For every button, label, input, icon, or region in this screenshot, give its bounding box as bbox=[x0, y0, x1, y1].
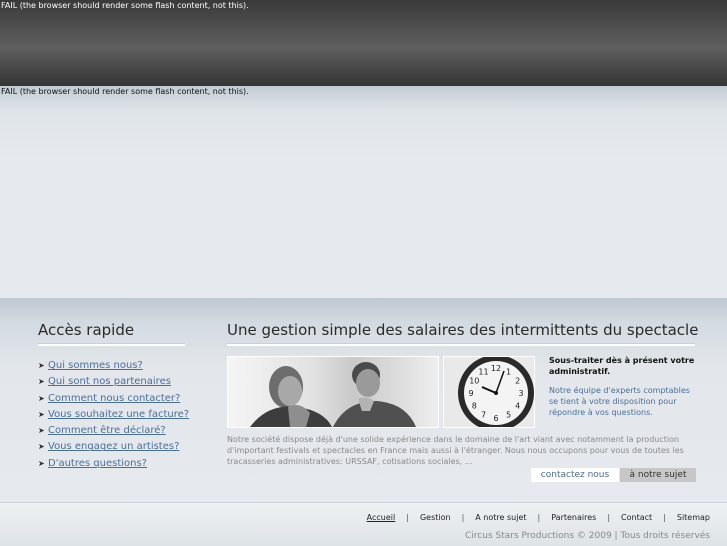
clock-numeral: 6 bbox=[493, 414, 498, 423]
quick-link-other-questions[interactable]: D'autres questions? bbox=[48, 458, 147, 469]
quick-link-invoice[interactable]: Vous souhaitez une facture? bbox=[48, 409, 189, 420]
main-panel: Une gestion simple des salaires des inte… bbox=[227, 320, 699, 482]
clock-numeral: 12 bbox=[491, 364, 501, 373]
arrow-right-icon: ➤ bbox=[38, 426, 45, 436]
arrow-right-icon: ➤ bbox=[38, 393, 45, 403]
clock-numeral: 8 bbox=[472, 402, 477, 411]
footer-link-management[interactable]: Gestion bbox=[420, 513, 451, 522]
divider bbox=[227, 343, 695, 346]
quick-links-list: ➤ Qui sommes nous? ➤ Qui sont nos partenai… bbox=[38, 358, 189, 472]
alarm-clock-photo: 12 1 2 3 4 5 6 7 8 9 10 11 bbox=[443, 356, 535, 428]
contact-us-button[interactable]: contactez nous bbox=[531, 468, 619, 482]
list-item: ➤ Vous souhaitez une facture? bbox=[38, 407, 189, 423]
arrow-right-icon: ➤ bbox=[38, 361, 45, 370]
footer-separator: | bbox=[663, 513, 666, 522]
content-area: Accès rapide ➤ Qui sommes nous? ➤ Qui sont… bbox=[0, 298, 727, 502]
flash-header: FAIL (the browser should render some fla… bbox=[0, 0, 727, 86]
footer-separator: | bbox=[406, 513, 409, 522]
footer-link-partners[interactable]: Partenaires bbox=[551, 513, 596, 522]
flash-fail-message: FAIL (the browser should render some fla… bbox=[1, 1, 249, 10]
clock-numeral: 4 bbox=[515, 402, 520, 411]
footer-link-home[interactable]: Accueil bbox=[367, 513, 396, 522]
outsourcing-box: Sous-traiter dès à présent votre adminis… bbox=[549, 355, 695, 418]
footer-separator: | bbox=[607, 513, 611, 522]
list-item: ➤ Qui sommes nous? bbox=[38, 358, 185, 374]
clock-numeral: 3 bbox=[518, 389, 523, 398]
clock-numeral: 5 bbox=[506, 411, 511, 420]
footer: Accueil | Gestion | A notre sujet | Partenaire… bbox=[0, 502, 727, 546]
clock-numeral: 7 bbox=[481, 411, 486, 420]
footer-separator: | bbox=[461, 513, 465, 522]
quick-link-declared[interactable]: Comment être déclaré? bbox=[48, 425, 166, 436]
flash-fail-message: FAIL (the browser should render some fla… bbox=[1, 87, 249, 96]
clock-numeral: 2 bbox=[515, 377, 520, 386]
copyright-notice: Circus Stars Productions © 2009 | Tous d… bbox=[465, 531, 710, 541]
quick-access-title: Accès rapide bbox=[38, 321, 135, 339]
quick-link-contact[interactable]: Comment nous contacter? bbox=[48, 393, 180, 404]
outsourcing-title: Sous-traiter dès à présent votre adminis… bbox=[549, 356, 695, 376]
arrow-right-icon: ➤ bbox=[38, 377, 45, 387]
list-item: ➤ Qui sont nos partenaires bbox=[38, 374, 185, 390]
quick-access-panel: Accès rapide ➤ Qui sommes nous? ➤ Qui sont… bbox=[38, 320, 189, 472]
list-item: ➤ D'autres questions? bbox=[38, 456, 185, 472]
footer-link-about[interactable]: A notre sujet bbox=[475, 513, 526, 522]
quick-link-partners[interactable]: Qui sont nos partenaires bbox=[48, 376, 171, 387]
clock-numeral: 1 bbox=[506, 367, 511, 376]
list-item: ➤ Comment être déclaré? bbox=[38, 423, 185, 439]
flash-banner: FAIL (the browser should render some fla… bbox=[0, 86, 727, 298]
company-description: Notre société dispose déjà d'une solide … bbox=[227, 435, 684, 466]
business-people-photo bbox=[227, 356, 439, 428]
footer-nav: Accueil | Gestion | A notre sujet | Partenaire… bbox=[367, 513, 710, 522]
arrow-right-icon: ➤ bbox=[38, 409, 45, 419]
clock-numeral: 11 bbox=[478, 367, 488, 376]
outsourcing-description: Notre équipe d'experts comptables se tie… bbox=[549, 386, 690, 417]
clock-numeral: 10 bbox=[469, 377, 479, 386]
about-us-button[interactable]: à notre sujet bbox=[620, 468, 696, 482]
footer-link-contact[interactable]: Contact bbox=[621, 513, 652, 522]
list-item: ➤ Vous engagez un artistes? bbox=[38, 439, 185, 455]
list-item: ➤ Comment nous contacter? bbox=[38, 391, 185, 407]
footer-link-sitemap[interactable]: Sitemap bbox=[677, 513, 710, 522]
footer-separator: | bbox=[537, 513, 541, 522]
arrow-right-icon: ➤ bbox=[38, 442, 45, 452]
quick-link-who-we-are[interactable]: Qui sommes nous? bbox=[48, 360, 143, 371]
clock-numeral: 9 bbox=[468, 389, 473, 398]
quick-link-hire-artist[interactable]: Vous engagez un artistes? bbox=[48, 441, 179, 452]
arrow-right-icon: ➤ bbox=[38, 458, 45, 468]
page-title: Une gestion simple des salaires des inte… bbox=[227, 321, 699, 339]
divider bbox=[38, 343, 185, 346]
